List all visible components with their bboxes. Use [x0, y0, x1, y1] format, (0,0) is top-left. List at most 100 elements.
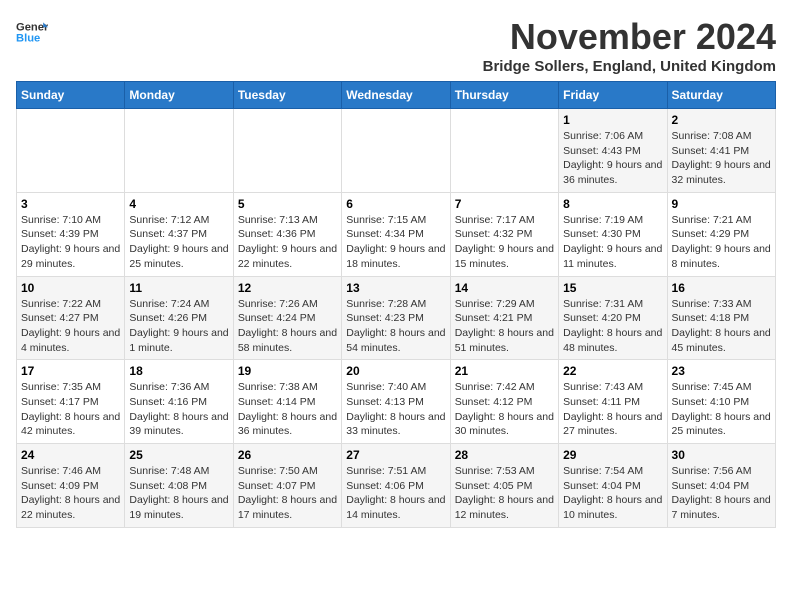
- day-info: Sunrise: 7:51 AMSunset: 4:06 PMDaylight:…: [346, 464, 445, 523]
- day-info: Sunrise: 7:13 AMSunset: 4:36 PMDaylight:…: [238, 213, 337, 272]
- weekday-header-monday: Monday: [125, 82, 233, 109]
- calendar-cell: 21 Sunrise: 7:42 AMSunset: 4:12 PMDayligh…: [450, 360, 558, 444]
- calendar-cell: 28 Sunrise: 7:53 AMSunset: 4:05 PMDayligh…: [450, 444, 558, 528]
- day-number: 26: [238, 448, 337, 462]
- day-info: Sunrise: 7:35 AMSunset: 4:17 PMDaylight:…: [21, 380, 120, 439]
- day-info: Sunrise: 7:46 AMSunset: 4:09 PMDaylight:…: [21, 464, 120, 523]
- day-info: Sunrise: 7:43 AMSunset: 4:11 PMDaylight:…: [563, 380, 662, 439]
- day-number: 12: [238, 281, 337, 295]
- calendar-cell: 17 Sunrise: 7:35 AMSunset: 4:17 PMDayligh…: [17, 360, 125, 444]
- day-number: 19: [238, 364, 337, 378]
- day-number: 11: [129, 281, 228, 295]
- day-info: Sunrise: 7:53 AMSunset: 4:05 PMDaylight:…: [455, 464, 554, 523]
- day-info: Sunrise: 7:45 AMSunset: 4:10 PMDaylight:…: [672, 380, 771, 439]
- calendar-cell: 14 Sunrise: 7:29 AMSunset: 4:21 PMDayligh…: [450, 276, 558, 360]
- day-number: 5: [238, 197, 337, 211]
- calendar-cell: 13 Sunrise: 7:28 AMSunset: 4:23 PMDayligh…: [342, 276, 450, 360]
- day-info: Sunrise: 7:31 AMSunset: 4:20 PMDaylight:…: [563, 297, 662, 356]
- calendar-cell: 16Sunrise: 7:33 AMSunset: 4:18 PMDayligh…: [667, 276, 775, 360]
- day-number: 21: [455, 364, 554, 378]
- day-info: Sunrise: 7:15 AMSunset: 4:34 PMDaylight:…: [346, 213, 445, 272]
- day-info: Sunrise: 7:26 AMSunset: 4:24 PMDaylight:…: [238, 297, 337, 356]
- calendar-cell: 1Sunrise: 7:06 AMSunset: 4:43 PMDaylight…: [559, 109, 667, 193]
- calendar-cell: 2Sunrise: 7:08 AMSunset: 4:41 PMDaylight…: [667, 109, 775, 193]
- weekday-header-friday: Friday: [559, 82, 667, 109]
- day-number: 18: [129, 364, 228, 378]
- calendar-table: SundayMondayTuesdayWednesdayThursdayFrid…: [16, 81, 776, 528]
- day-number: 4: [129, 197, 228, 211]
- calendar-cell: 10Sunrise: 7:22 AMSunset: 4:27 PMDayligh…: [17, 276, 125, 360]
- day-number: 7: [455, 197, 554, 211]
- day-number: 27: [346, 448, 445, 462]
- day-info: Sunrise: 7:22 AMSunset: 4:27 PMDaylight:…: [21, 297, 120, 356]
- day-info: Sunrise: 7:33 AMSunset: 4:18 PMDaylight:…: [672, 297, 771, 356]
- calendar-week-1: 1Sunrise: 7:06 AMSunset: 4:43 PMDaylight…: [17, 109, 776, 193]
- day-number: 9: [672, 197, 771, 211]
- day-info: Sunrise: 7:54 AMSunset: 4:04 PMDaylight:…: [563, 464, 662, 523]
- page-header: General Blue November 2024 Bridge Soller…: [16, 16, 776, 75]
- day-info: Sunrise: 7:42 AMSunset: 4:12 PMDaylight:…: [455, 380, 554, 439]
- calendar-cell: 12 Sunrise: 7:26 AMSunset: 4:24 PMDayligh…: [233, 276, 341, 360]
- day-info: Sunrise: 7:17 AMSunset: 4:32 PMDaylight:…: [455, 213, 554, 272]
- calendar-body: 1Sunrise: 7:06 AMSunset: 4:43 PMDaylight…: [17, 109, 776, 528]
- month-title: November 2024: [483, 16, 776, 58]
- day-info: Sunrise: 7:50 AMSunset: 4:07 PMDaylight:…: [238, 464, 337, 523]
- day-info: Sunrise: 7:10 AMSunset: 4:39 PMDaylight:…: [21, 213, 120, 272]
- calendar-cell: [233, 109, 341, 193]
- weekday-header-row: SundayMondayTuesdayWednesdayThursdayFrid…: [17, 82, 776, 109]
- day-info: Sunrise: 7:21 AMSunset: 4:29 PMDaylight:…: [672, 213, 771, 272]
- day-number: 8: [563, 197, 662, 211]
- calendar-cell: 22 Sunrise: 7:43 AMSunset: 4:11 PMDayligh…: [559, 360, 667, 444]
- calendar-cell: [450, 109, 558, 193]
- calendar-cell: 8 Sunrise: 7:19 AMSunset: 4:30 PMDaylight…: [559, 192, 667, 276]
- day-info: Sunrise: 7:12 AMSunset: 4:37 PMDaylight:…: [129, 213, 228, 272]
- day-number: 23: [672, 364, 771, 378]
- day-info: Sunrise: 7:28 AMSunset: 4:23 PMDaylight:…: [346, 297, 445, 356]
- calendar-cell: [342, 109, 450, 193]
- svg-text:Blue: Blue: [16, 33, 40, 45]
- weekday-header-sunday: Sunday: [17, 82, 125, 109]
- day-number: 14: [455, 281, 554, 295]
- weekday-header-tuesday: Tuesday: [233, 82, 341, 109]
- day-number: 30: [672, 448, 771, 462]
- day-info: Sunrise: 7:36 AMSunset: 4:16 PMDaylight:…: [129, 380, 228, 439]
- logo: General Blue: [16, 16, 48, 48]
- day-number: 3: [21, 197, 120, 211]
- calendar-week-2: 3 Sunrise: 7:10 AMSunset: 4:39 PMDaylight…: [17, 192, 776, 276]
- day-number: 28: [455, 448, 554, 462]
- day-number: 22: [563, 364, 662, 378]
- day-info: Sunrise: 7:56 AMSunset: 4:04 PMDaylight:…: [672, 464, 771, 523]
- calendar-cell: 24 Sunrise: 7:46 AMSunset: 4:09 PMDayligh…: [17, 444, 125, 528]
- title-area: November 2024 Bridge Sollers, England, U…: [483, 16, 776, 75]
- calendar-cell: [125, 109, 233, 193]
- calendar-week-3: 10Sunrise: 7:22 AMSunset: 4:27 PMDayligh…: [17, 276, 776, 360]
- calendar-cell: 20Sunrise: 7:40 AMSunset: 4:13 PMDayligh…: [342, 360, 450, 444]
- calendar-week-5: 24 Sunrise: 7:46 AMSunset: 4:09 PMDayligh…: [17, 444, 776, 528]
- day-number: 17: [21, 364, 120, 378]
- weekday-header-thursday: Thursday: [450, 82, 558, 109]
- calendar-cell: 9 Sunrise: 7:21 AMSunset: 4:29 PMDaylight…: [667, 192, 775, 276]
- calendar-cell: 30 Sunrise: 7:56 AMSunset: 4:04 PMDayligh…: [667, 444, 775, 528]
- calendar-cell: 18 Sunrise: 7:36 AMSunset: 4:16 PMDayligh…: [125, 360, 233, 444]
- weekday-header-wednesday: Wednesday: [342, 82, 450, 109]
- day-info: Sunrise: 7:19 AMSunset: 4:30 PMDaylight:…: [563, 213, 662, 272]
- day-info: Sunrise: 7:38 AMSunset: 4:14 PMDaylight:…: [238, 380, 337, 439]
- day-info: Sunrise: 7:48 AMSunset: 4:08 PMDaylight:…: [129, 464, 228, 523]
- day-number: 20: [346, 364, 445, 378]
- calendar-cell: 26 Sunrise: 7:50 AMSunset: 4:07 PMDayligh…: [233, 444, 341, 528]
- day-number: 29: [563, 448, 662, 462]
- calendar-cell: 7 Sunrise: 7:17 AMSunset: 4:32 PMDaylight…: [450, 192, 558, 276]
- day-number: 24: [21, 448, 120, 462]
- logo-icon: General Blue: [16, 16, 48, 48]
- weekday-header-saturday: Saturday: [667, 82, 775, 109]
- calendar-cell: 23 Sunrise: 7:45 AMSunset: 4:10 PMDayligh…: [667, 360, 775, 444]
- day-info: Sunrise: 7:29 AMSunset: 4:21 PMDaylight:…: [455, 297, 554, 356]
- day-number: 25: [129, 448, 228, 462]
- calendar-week-4: 17 Sunrise: 7:35 AMSunset: 4:17 PMDayligh…: [17, 360, 776, 444]
- day-number: 6: [346, 197, 445, 211]
- calendar-cell: 5 Sunrise: 7:13 AMSunset: 4:36 PMDaylight…: [233, 192, 341, 276]
- calendar-cell: 25 Sunrise: 7:48 AMSunset: 4:08 PMDayligh…: [125, 444, 233, 528]
- location-subtitle: Bridge Sollers, England, United Kingdom: [483, 58, 776, 75]
- day-number: 13: [346, 281, 445, 295]
- day-info: Sunrise: 7:06 AMSunset: 4:43 PMDaylight:…: [563, 129, 662, 188]
